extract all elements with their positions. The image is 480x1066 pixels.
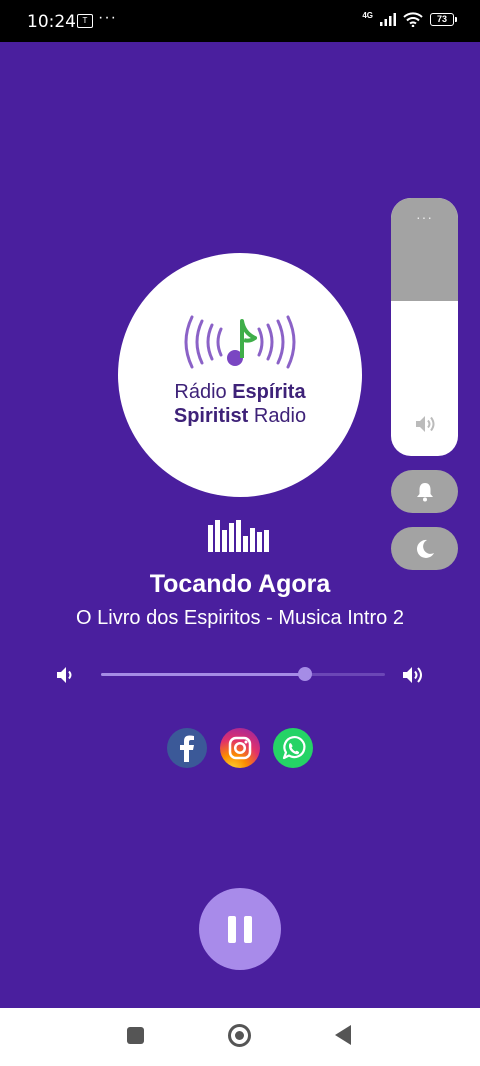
equalizer-icon xyxy=(208,520,269,552)
notification-icon: T xyxy=(77,14,93,28)
facebook-button[interactable] xyxy=(167,728,207,768)
home-button[interactable] xyxy=(228,1024,251,1047)
status-icons: 4G 73 xyxy=(362,11,457,27)
radio-player-screen: Rádio Espírita Spiritist Radio Tocando A… xyxy=(0,42,480,1008)
ringer-button[interactable] xyxy=(391,470,458,513)
radio-waves-note-icon xyxy=(184,315,296,369)
status-bar: 10:24 T ··· 4G 73 xyxy=(0,0,480,42)
signal-icon xyxy=(380,13,396,26)
status-time: 10:24 xyxy=(27,12,76,32)
instagram-button[interactable] xyxy=(220,728,260,768)
whatsapp-button[interactable] xyxy=(273,728,313,768)
now-playing-title: Tocando Agora xyxy=(149,570,331,598)
system-volume-panel[interactable]: ··· xyxy=(391,198,458,456)
volume-slider-fill xyxy=(101,673,306,676)
track-name: O Livro dos Espiritos - Musica Intro 2 xyxy=(76,607,404,629)
battery-icon: 73 xyxy=(430,13,457,26)
recent-apps-button[interactable] xyxy=(127,1027,144,1044)
logo-text-line2: Spiritist Radio xyxy=(173,405,307,427)
network-type: 4G xyxy=(362,11,373,20)
moon-icon xyxy=(416,539,434,558)
logo-text-line1: Rádio Espírita xyxy=(174,381,306,403)
volume-low-icon[interactable] xyxy=(54,663,78,687)
volume-slider[interactable] xyxy=(101,667,385,681)
facebook-icon xyxy=(180,735,194,762)
pause-button[interactable] xyxy=(199,888,281,970)
bell-icon xyxy=(417,483,433,502)
volume-panel-more-icon[interactable]: ··· xyxy=(391,210,458,224)
whatsapp-icon xyxy=(282,736,306,760)
station-logo: Rádio Espírita Spiritist Radio xyxy=(118,253,362,497)
more-notifications-icon: ··· xyxy=(98,9,117,26)
wifi-icon xyxy=(403,12,423,27)
volume-slider-thumb[interactable] xyxy=(298,667,313,681)
volume-high-icon[interactable] xyxy=(400,663,428,687)
speaker-icon xyxy=(416,416,435,432)
do-not-disturb-button[interactable] xyxy=(391,527,458,570)
instagram-icon xyxy=(228,736,252,760)
back-button[interactable] xyxy=(335,1025,351,1045)
navigation-bar xyxy=(0,1008,480,1066)
